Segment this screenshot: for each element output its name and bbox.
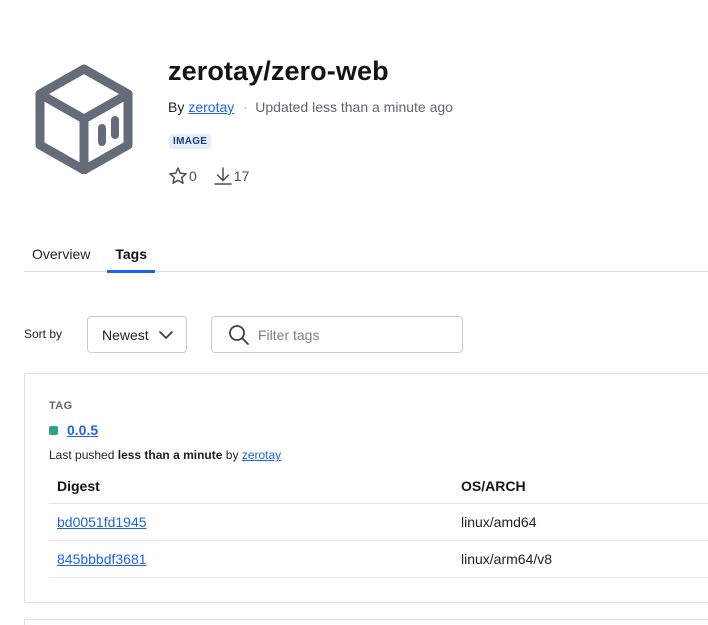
updated-text: Updated less than a minute ago	[255, 99, 453, 115]
filter-tags-input[interactable]	[258, 326, 438, 343]
star-stat[interactable]: 0	[168, 166, 197, 186]
os-arch-value: linux/amd64	[461, 514, 537, 530]
pushed-by-word: by	[225, 448, 239, 462]
repo-logo	[32, 62, 136, 175]
repo-tabs: Overview Tags	[24, 232, 708, 273]
digest-table: Digest OS/ARCH bd0051fd1945 linux/amd64 …	[49, 468, 708, 578]
tag-card: TAG 0.0.5 Last pushed less than a minute…	[24, 373, 708, 603]
tag-row: 0.0.5	[49, 422, 98, 438]
sort-value: Newest	[102, 326, 149, 343]
table-row: bd0051fd1945 linux/amd64	[49, 504, 708, 541]
table-row: 845bbbdf3681 linux/arm64/v8	[49, 541, 708, 578]
last-pushed: Last pushed less than a minute by zerota…	[49, 448, 281, 462]
pusher-link[interactable]: zerotay	[242, 448, 281, 462]
sort-label: Sort by	[24, 327, 63, 341]
column-os-arch: OS/ARCH	[461, 477, 526, 494]
pull-count: 17	[233, 168, 250, 184]
star-count: 0	[189, 168, 197, 184]
sort-select[interactable]: Newest	[87, 316, 187, 353]
package-cube-icon	[35, 64, 133, 175]
digest-link[interactable]: 845bbbdf3681	[57, 551, 147, 567]
image-badge: IMAGE	[169, 134, 212, 149]
pull-stat: 17	[213, 166, 250, 186]
search-icon	[229, 324, 249, 345]
pushed-when: less than a minute	[117, 448, 223, 462]
tab-overview[interactable]: Overview	[24, 232, 98, 272]
meta-separator: ·	[243, 100, 248, 114]
tag-link[interactable]: 0.0.5	[67, 422, 98, 438]
pushed-prefix: Last pushed	[49, 448, 115, 462]
tab-tags[interactable]: Tags	[107, 232, 155, 273]
repo-title: zerotay/zero-web	[168, 56, 389, 86]
os-arch-value: linux/arm64/v8	[461, 551, 553, 567]
filter-box	[211, 316, 463, 353]
digest-link[interactable]: bd0051fd1945	[57, 514, 147, 530]
next-tag-card	[24, 619, 708, 625]
by-label: By	[168, 99, 185, 115]
chevron-down-icon	[159, 331, 173, 339]
repo-meta: By zerotay · Updated less than a minute …	[168, 99, 453, 115]
owner-link[interactable]: zerotay	[188, 99, 234, 115]
download-icon	[214, 167, 232, 185]
tag-status-dot	[49, 425, 58, 435]
table-header: Digest OS/ARCH	[49, 468, 708, 504]
repo-stats: 0 17	[168, 166, 249, 186]
column-digest: Digest	[57, 477, 100, 494]
tag-section-label: TAG	[49, 400, 73, 412]
star-icon	[169, 167, 187, 184]
